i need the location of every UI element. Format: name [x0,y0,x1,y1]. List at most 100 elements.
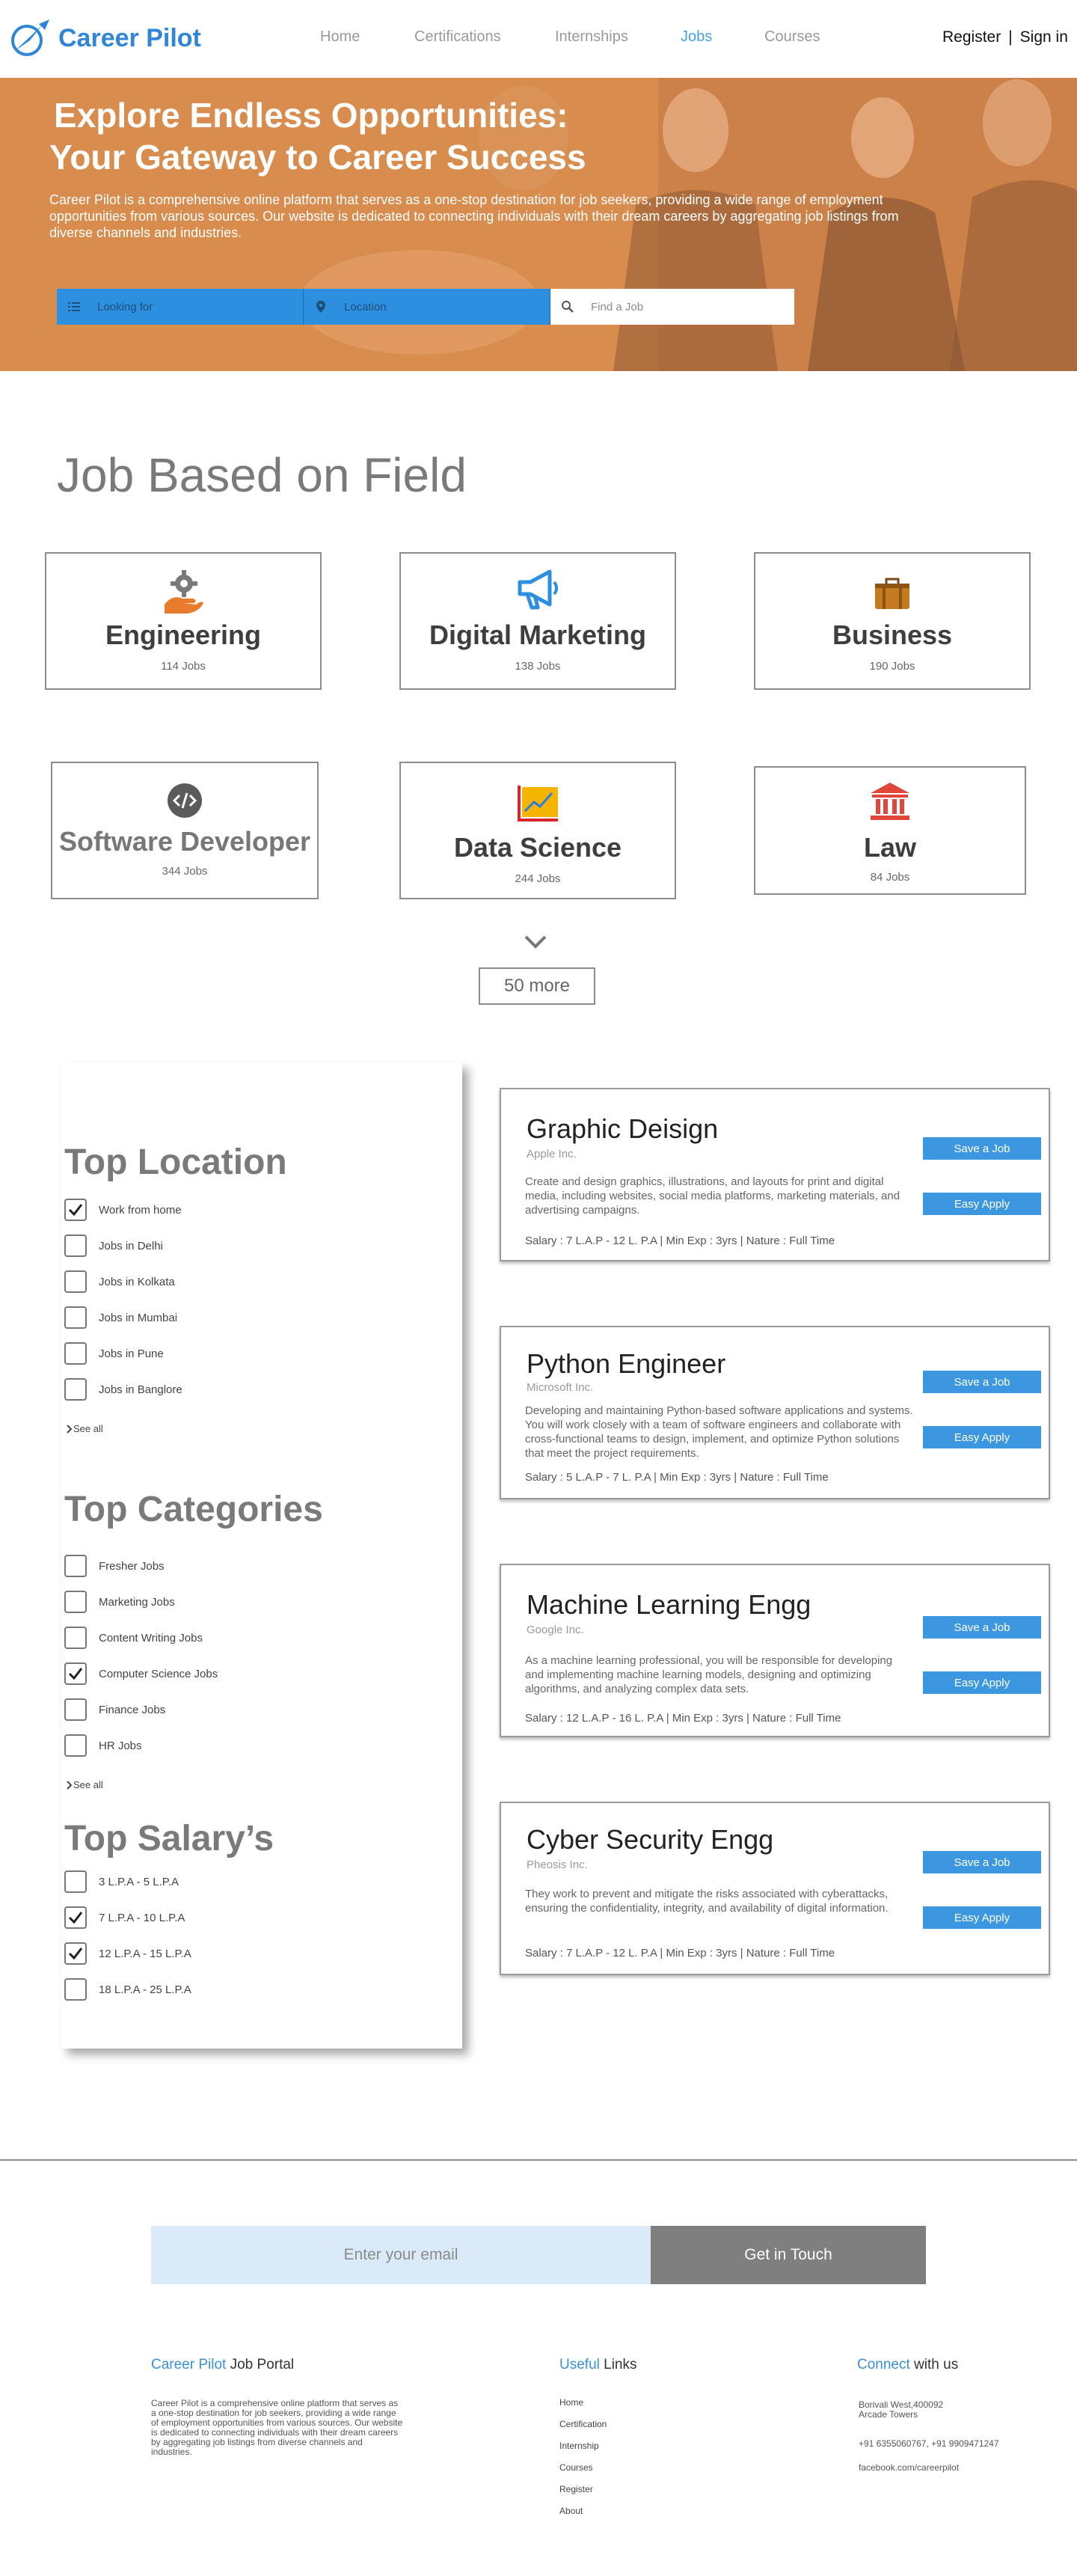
hero-title: Explore Endless Opportunities: Your Gate… [49,94,586,178]
filter-option[interactable]: HR Jobs [64,1734,142,1757]
filter-option[interactable]: Jobs in Banglore [64,1378,182,1401]
footer-col1-title-rest: Job Portal [226,2357,295,2372]
looking-for-field[interactable]: Looking for [57,289,304,325]
footer-link-courses[interactable]: Courses [559,2462,593,2473]
field-card-data-science[interactable]: Data Science 244 Jobs [399,762,676,899]
filter-option-label: Work from home [99,1203,182,1217]
checkbox[interactable] [64,1942,87,1965]
job-description: Developing and maintaining Python-based … [525,1404,913,1460]
filter-option[interactable]: Marketing Jobs [64,1591,175,1613]
checkbox[interactable] [64,1698,87,1721]
footer-col1-title: Career Pilot Job Portal [151,2357,294,2373]
hero-description: Career Pilot is a comprehensive online p… [49,192,899,240]
checkbox[interactable] [64,1906,87,1929]
checkbox[interactable] [64,1270,87,1293]
filter-option[interactable]: 12 L.P.A - 15 L.P.A [64,1942,191,1965]
hero-title-line2: Your Gateway to Career Success [49,138,586,177]
checkbox[interactable] [64,1978,87,2001]
filter-option-label: Marketing Jobs [99,1595,175,1609]
checkbox[interactable] [64,1734,87,1757]
save-job-button[interactable]: Save a Job [923,1371,1041,1393]
nav-courses[interactable]: Courses [764,28,820,46]
job-card[interactable]: Graphic Deisign Apple Inc. Create and de… [500,1088,1050,1261]
filter-option[interactable]: Content Writing Jobs [64,1627,203,1649]
checkbox[interactable] [64,1627,87,1649]
footer-link-about[interactable]: About [559,2506,583,2516]
save-job-button[interactable]: Save a Job [923,1137,1041,1160]
save-job-button[interactable]: Save a Job [923,1851,1041,1873]
nav-jobs[interactable]: Jobs [681,28,712,46]
get-in-touch-button[interactable]: Get in Touch [651,2226,926,2284]
footer-link-home[interactable]: Home [559,2397,583,2408]
checkbox[interactable] [64,1591,87,1613]
checkbox[interactable] [64,1235,87,1257]
easy-apply-button[interactable]: Easy Apply [923,1426,1041,1448]
filter-option[interactable]: Finance Jobs [64,1698,165,1721]
checkbox[interactable] [64,1306,87,1329]
signin-link[interactable]: Sign in [1020,28,1068,46]
chevron-down-icon[interactable] [524,934,547,950]
footer-link-certification[interactable]: Certification [559,2419,607,2429]
field-card-engineering[interactable]: Engineering 114 Jobs [45,552,322,690]
filter-option[interactable]: Jobs in Mumbai [64,1306,177,1329]
checkbox[interactable] [64,1342,87,1365]
email-input[interactable]: Enter your email [151,2226,651,2284]
compass-logo-icon [11,19,49,56]
easy-apply-button[interactable]: Easy Apply [923,1193,1041,1215]
field-card-count: 190 Jobs [869,660,915,673]
job-card[interactable]: Machine Learning Engg Google Inc. As a m… [500,1564,1050,1737]
job-description: Create and design graphics, illustration… [525,1175,900,1217]
job-card[interactable]: Python Engineer Microsoft Inc. Developin… [500,1326,1050,1499]
job-meta: Salary : 12 L.A.P - 16 L. P.A | Min Exp … [525,1712,841,1725]
more-fields-button[interactable]: 50 more [479,967,595,1005]
field-card-digital-marketing[interactable]: Digital Marketing 138 Jobs [399,552,676,690]
field-card-business[interactable]: Business 190 Jobs [754,552,1031,690]
easy-apply-button[interactable]: Easy Apply [923,1671,1041,1694]
location-placeholder: Location [344,300,387,313]
chart-icon [518,786,558,822]
fields-section-title: Job Based on Field [57,448,467,502]
checkbox[interactable] [64,1555,87,1577]
find-job-field[interactable]: Find a Job [550,289,794,325]
filter-option[interactable]: Jobs in Delhi [64,1235,163,1257]
footer-divider [0,2159,1077,2161]
job-card[interactable]: Cyber Security Engg Pheosis Inc. They wo… [500,1802,1050,1975]
nav-certifications[interactable]: Certifications [414,28,501,46]
save-job-button[interactable]: Save a Job [923,1616,1041,1639]
filter-option[interactable]: 7 L.P.A - 10 L.P.A [64,1906,185,1929]
checkbox[interactable] [64,1662,87,1685]
footer-link-internship[interactable]: Internship [559,2441,599,2451]
footer-col3-title-highlight: Connect [857,2357,910,2372]
filter-option-label: HR Jobs [99,1739,142,1752]
nav-separator: | [1008,28,1013,46]
see-all-categories-link[interactable]: See all [66,1779,103,1790]
easy-apply-button[interactable]: Easy Apply [923,1906,1041,1929]
nav-home[interactable]: Home [320,28,360,46]
checkbox[interactable] [64,1870,87,1893]
checkmark-icon [68,1912,83,1924]
filter-option[interactable]: 3 L.P.A - 5 L.P.A [64,1870,179,1893]
checkbox[interactable] [64,1199,87,1221]
see-all-location-link[interactable]: See all [66,1423,103,1434]
field-card-software-developer[interactable]: Software Developer 344 Jobs [51,762,319,899]
filter-option[interactable]: 18 L.P.A - 25 L.P.A [64,1978,191,2001]
footer-facebook-link[interactable]: facebook.com/careerpilot [859,2463,959,2473]
filter-option[interactable]: Fresher Jobs [64,1555,165,1577]
footer-link-register[interactable]: Register [559,2484,593,2494]
see-all-label: See all [73,1423,103,1434]
filter-option[interactable]: Jobs in Pune [64,1342,164,1365]
filter-option-label: Jobs in Delhi [99,1239,163,1252]
filter-option[interactable]: Computer Science Jobs [64,1662,218,1685]
filter-option[interactable]: Jobs in Kolkata [64,1270,175,1293]
register-link[interactable]: Register [942,28,1001,46]
field-card-law[interactable]: Law 84 Jobs [754,766,1026,895]
filter-option[interactable]: Work from home [64,1199,182,1221]
job-title: Graphic Deisign [527,1113,719,1144]
filter-option-label: Jobs in Kolkata [99,1275,175,1288]
brand-logo[interactable]: Career Pilot [7,18,201,58]
job-description: They work to prevent and mitigate the ri… [525,1888,889,1915]
checkbox[interactable] [64,1378,87,1401]
nav-internships[interactable]: Internships [555,28,628,46]
location-field[interactable]: Location [304,289,550,325]
filter-option-label: 12 L.P.A - 15 L.P.A [99,1947,191,1960]
